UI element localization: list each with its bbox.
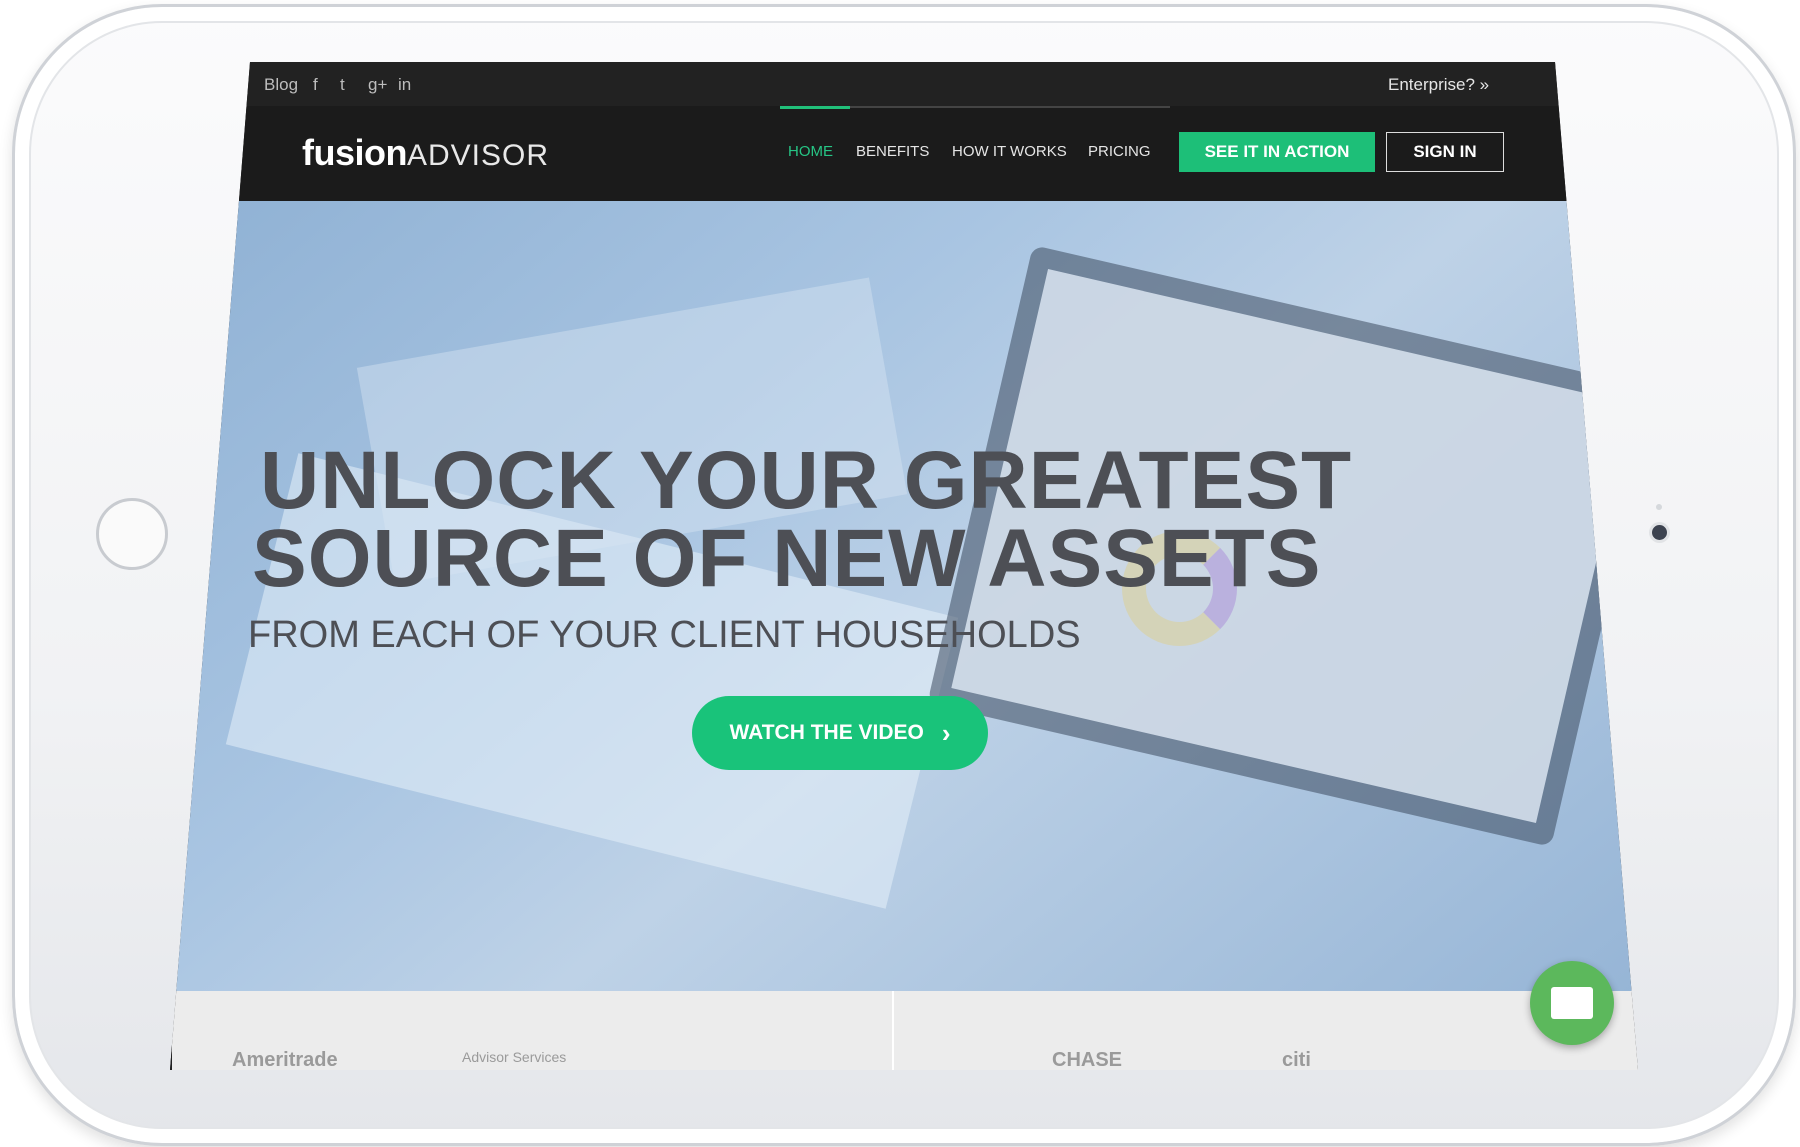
enterprise-link[interactable]: Enterprise? » bbox=[1388, 75, 1489, 95]
hero-section: UNLOCK YOUR GREATEST SOURCE OF NEW ASSET… bbox=[172, 201, 1638, 991]
partner-logos-strip bbox=[172, 991, 1638, 1070]
facebook-icon[interactable]: f bbox=[313, 75, 318, 95]
hero-headline-line2: SOURCE OF NEW ASSETS bbox=[252, 513, 1322, 604]
google-plus-icon[interactable]: g+ bbox=[368, 75, 387, 95]
sign-in-button[interactable]: SIGN IN bbox=[1386, 132, 1504, 172]
partner-logo-advisor-services: Advisor Services bbox=[462, 1049, 567, 1065]
nav-how-it-works[interactable]: HOW IT WORKS bbox=[952, 143, 1067, 160]
nav-underline bbox=[850, 106, 1170, 108]
partner-logo-citi: citi bbox=[1282, 1049, 1311, 1071]
website-screen: Blog f t g+ in Enterprise? » fusionADVIS… bbox=[170, 62, 1638, 1071]
watch-video-label: WATCH THE VIDEO bbox=[729, 721, 924, 744]
hero-subheadline: FROM EACH OF YOUR CLIENT HOUSEHOLDS bbox=[248, 614, 1081, 656]
active-tab-indicator bbox=[780, 106, 850, 109]
fusion-advisor-logo[interactable]: fusionADVISOR bbox=[302, 132, 549, 174]
logo-text-bold: fusion bbox=[302, 132, 407, 173]
linkedin-icon[interactable]: in bbox=[398, 75, 411, 95]
nav-home[interactable]: HOME bbox=[788, 143, 833, 160]
partner-logo-ameritrade: Ameritrade bbox=[232, 1049, 338, 1071]
nav-benefits[interactable]: BENEFITS bbox=[856, 143, 929, 160]
strip-divider bbox=[892, 991, 894, 1070]
envelope-icon bbox=[1551, 987, 1593, 1019]
tablet-sensor bbox=[1656, 504, 1662, 510]
logo-text-light: ADVISOR bbox=[406, 139, 550, 172]
twitter-icon[interactable]: t bbox=[340, 75, 345, 95]
blog-link[interactable]: Blog bbox=[264, 75, 298, 95]
tablet-camera bbox=[1652, 525, 1667, 540]
partner-logo-chase: CHASE bbox=[1052, 1049, 1123, 1071]
tablet-home-button[interactable] bbox=[96, 498, 168, 570]
hero-headline-line1: UNLOCK YOUR GREATEST bbox=[260, 435, 1353, 526]
chat-widget-button[interactable] bbox=[1530, 961, 1614, 1045]
chevron-right-icon: › bbox=[941, 717, 951, 748]
nav-pricing[interactable]: PRICING bbox=[1088, 143, 1151, 160]
top-bar: Blog f t g+ in Enterprise? » bbox=[172, 64, 1638, 106]
see-it-in-action-button[interactable]: SEE IT IN ACTION bbox=[1179, 132, 1375, 172]
watch-video-button[interactable]: WATCH THE VIDEO › bbox=[692, 696, 988, 770]
